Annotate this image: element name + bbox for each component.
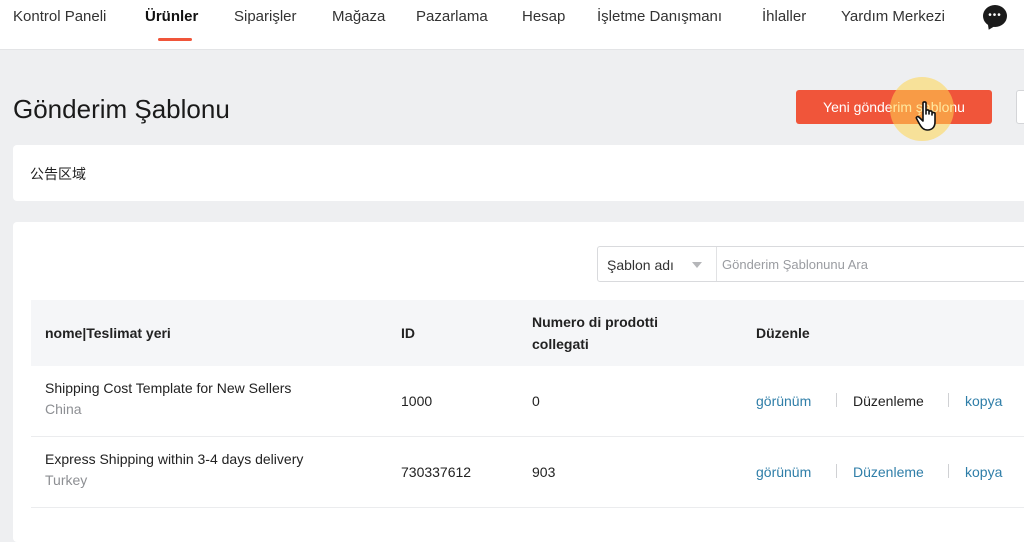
nav-item-yardim-merkezi[interactable]: Yardım Merkezi: [841, 8, 945, 25]
nav-item-magaza[interactable]: Mağaza: [332, 8, 385, 25]
edit-link[interactable]: Düzenleme: [853, 464, 924, 480]
action-separator: [948, 464, 949, 478]
new-shipping-template-button[interactable]: Yeni gönderim şablonu: [796, 90, 992, 124]
edit-link[interactable]: Düzenleme: [853, 393, 924, 409]
announcement-area: 公告区域: [13, 145, 1024, 201]
search-field-select[interactable]: Şablon adı: [607, 257, 674, 273]
linked-products-count: 903: [532, 464, 556, 480]
secondary-button[interactable]: [1016, 90, 1024, 124]
search-group: Şablon adı: [597, 246, 1024, 282]
column-header-name: nome|Teslimat yeri: [45, 325, 171, 341]
column-header-id: ID: [401, 325, 415, 341]
nav-item-siparisler[interactable]: Siparişler: [234, 8, 297, 25]
table-row: Express Shipping within 3-4 days deliver…: [31, 437, 1024, 508]
chat-bubble-icon[interactable]: •••: [983, 5, 1007, 27]
table-row: Shipping Cost Template for New Sellers C…: [31, 366, 1024, 437]
search-divider: [716, 247, 717, 281]
caret-down-icon[interactable]: [692, 262, 702, 268]
template-name: Shipping Cost Template for New Sellers: [45, 380, 292, 396]
template-search-input[interactable]: [722, 248, 1024, 280]
nav-item-isletme-danismani[interactable]: İşletme Danışmanı: [597, 8, 722, 25]
table-header: nome|Teslimat yeri ID Numero di prodotti…: [31, 300, 1024, 366]
linked-products-count: 0: [532, 393, 540, 409]
view-link[interactable]: görünüm: [756, 393, 811, 409]
nav-item-pazarlama[interactable]: Pazarlama: [416, 8, 488, 25]
nav-item-ihlaller[interactable]: İhlaller: [762, 8, 806, 25]
column-header-linked-products-line1: Numero di prodotti: [532, 314, 658, 330]
copy-link[interactable]: kopya: [965, 464, 1002, 480]
template-table-panel: Şablon adı nome|Teslimat yeri ID Numero …: [13, 222, 1024, 542]
active-tab-indicator: [158, 38, 192, 41]
template-location: China: [45, 401, 82, 417]
copy-link[interactable]: kopya: [965, 393, 1002, 409]
template-location: Turkey: [45, 472, 88, 488]
top-navigation: Kontrol Paneli Ürünler Siparişler Mağaza…: [0, 0, 1024, 50]
action-separator: [948, 393, 949, 407]
page-title: Gönderim Şablonu: [13, 94, 230, 124]
view-link[interactable]: görünüm: [756, 464, 811, 480]
announcement-text: 公告区域: [30, 166, 86, 182]
template-name: Express Shipping within 3-4 days deliver…: [45, 451, 304, 467]
action-separator: [836, 464, 837, 478]
template-id: 1000: [401, 393, 433, 409]
nav-item-urunler[interactable]: Ürünler: [145, 8, 198, 25]
template-id: 730337612: [401, 464, 472, 480]
nav-item-kontrol-paneli[interactable]: Kontrol Paneli: [13, 8, 106, 25]
nav-item-hesap[interactable]: Hesap: [522, 8, 565, 25]
column-header-actions: Düzenle: [756, 325, 810, 341]
action-separator: [836, 393, 837, 407]
column-header-linked-products-line2: collegati: [532, 336, 589, 352]
